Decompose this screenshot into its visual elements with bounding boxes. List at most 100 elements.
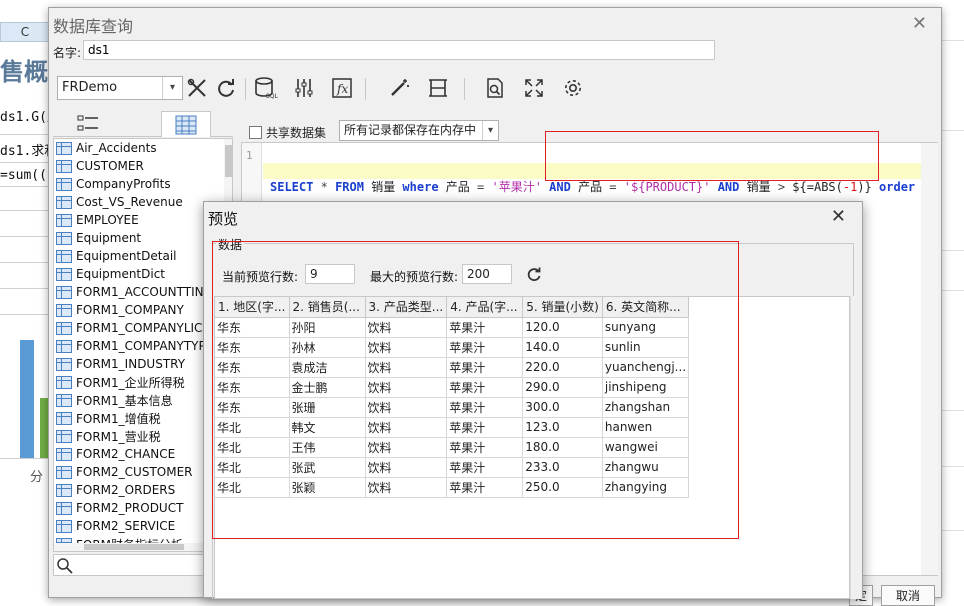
- close-icon[interactable]: ✕: [912, 13, 927, 34]
- edit-tools-icon[interactable]: [183, 74, 211, 102]
- tree-item[interactable]: FORM1_增值税: [54, 409, 161, 427]
- tree-item[interactable]: FORM2_CUSTOMER: [54, 463, 193, 481]
- tree-item[interactable]: FORM1_COMPANYLICE: [54, 319, 210, 337]
- sql-token: 产品: [570, 180, 610, 194]
- sql-token: FROM: [335, 180, 364, 194]
- tree-item-label: FORM1_COMPANYTYPE: [76, 339, 214, 353]
- preview-vertical-scrollbar[interactable]: [850, 296, 862, 599]
- gear-icon[interactable]: [559, 74, 587, 102]
- table-icon: [56, 501, 72, 515]
- tree-item[interactable]: FORM1_营业税: [54, 427, 161, 445]
- sql-token: '${PRODUCT}': [623, 180, 711, 194]
- name-field[interactable]: [83, 40, 715, 60]
- grid-line: [0, 162, 50, 163]
- dialog-title: 数据库查询: [53, 17, 134, 36]
- tree-item-label: FORM2_PRODUCT: [76, 501, 184, 515]
- close-icon[interactable]: ✕: [831, 206, 846, 227]
- tree-item[interactable]: FORM2_PRODUCT: [54, 499, 183, 517]
- tree-item[interactable]: FORM2_SERVICE: [54, 517, 175, 535]
- tree-item[interactable]: EquipmentDetail: [54, 247, 177, 265]
- tree-item-label: EMPLOYEE: [76, 213, 139, 227]
- tree-item[interactable]: Cost_VS_Revenue: [54, 193, 183, 211]
- tree-item[interactable]: FORM1_COMPANYTYPE: [54, 337, 213, 355]
- tree-item[interactable]: Equipment: [54, 229, 141, 247]
- sql-token: SELECT: [270, 180, 314, 194]
- name-label: 名字:: [53, 46, 82, 60]
- grid-line: [940, 530, 964, 531]
- cell-formula-3[interactable]: =sum((: [0, 168, 47, 183]
- tree-item[interactable]: CompanyProfits: [54, 175, 171, 193]
- table-view-tab-icon[interactable]: [161, 111, 211, 137]
- tree-item-label: FORM1_营业税: [76, 429, 161, 444]
- tree-item-label: FORM1_基本信息: [76, 393, 173, 408]
- datasource-select[interactable]: FRDemo ▾: [57, 76, 183, 100]
- scrollbar-thumb[interactable]: [84, 544, 184, 550]
- share-dataset-checkbox[interactable]: [249, 126, 262, 139]
- chart-axis-label: 分: [30, 470, 44, 485]
- grid-line: [0, 236, 50, 237]
- sql-token: >: [777, 180, 786, 194]
- svg-text:fx: fx: [336, 82, 348, 96]
- magic-wand-icon[interactable]: [385, 74, 413, 102]
- tree-item[interactable]: FORM1_INDUSTRY: [54, 355, 185, 373]
- tree-item[interactable]: FORM1_企业所得税: [54, 373, 185, 391]
- table-icon: [56, 321, 72, 335]
- tree-item-label: FORM2_CHANCE: [76, 447, 176, 461]
- tree-item-label: EquipmentDict: [76, 267, 166, 281]
- tree-item-label: CompanyProfits: [76, 177, 171, 191]
- table-icon: [56, 483, 72, 497]
- share-dataset-toggle[interactable]: 共享数据集: [249, 124, 326, 141]
- grid-line: [940, 250, 964, 251]
- tree-item[interactable]: FORM2_CHANCE: [54, 445, 175, 463]
- tree-item-label: FORM1_ACCOUNTTING: [76, 285, 213, 299]
- chart-bar-blue: [20, 340, 34, 458]
- tree-item[interactable]: FORM2_ORDERS: [54, 481, 175, 499]
- sql-line-1: SELECT * FROM 销量 where 产品 = '苹果汁' AND 产品…: [270, 179, 915, 195]
- table-icon: [56, 375, 72, 389]
- table-icon: [56, 303, 72, 317]
- chevron-down-icon[interactable]: ▾: [482, 121, 498, 140]
- line-number: 1: [246, 149, 253, 162]
- tree-item[interactable]: FORM1_基本信息: [54, 391, 173, 409]
- tree-item[interactable]: FORM1_COMPANY: [54, 301, 184, 319]
- list-view-tab-icon[interactable]: [63, 111, 113, 137]
- preview-data-highlight-annotation: [212, 241, 739, 539]
- tree-item[interactable]: EquipmentDict: [54, 265, 165, 283]
- sql-token: AND: [717, 180, 740, 194]
- cancel-button[interactable]: 取消: [881, 585, 935, 606]
- sql-database-icon[interactable]: SQL: [252, 74, 280, 102]
- table-icon: [56, 411, 72, 425]
- sql-token: '苹果汁': [491, 180, 542, 194]
- table-icon: [56, 339, 72, 353]
- sql-token: =: [609, 180, 617, 194]
- chevron-down-icon[interactable]: ▾: [162, 77, 182, 99]
- chart-bar-green: [40, 398, 48, 458]
- table-icon: [56, 231, 72, 245]
- sql-token: *: [320, 180, 328, 194]
- scrollbar-thumb[interactable]: [225, 145, 232, 177]
- tree-item[interactable]: Air_Accidents: [54, 139, 157, 157]
- refresh-icon[interactable]: [212, 74, 240, 102]
- column-width-icon[interactable]: [424, 74, 452, 102]
- tree-item-label: Equipment: [76, 231, 142, 245]
- sliders-icon[interactable]: [290, 74, 318, 102]
- table-icon: [56, 357, 72, 371]
- table-icon: [56, 519, 72, 533]
- tree-item[interactable]: CUSTOMER: [54, 157, 144, 175]
- tree-item-label: Cost_VS_Revenue: [76, 195, 183, 209]
- sql-token: where: [402, 180, 439, 194]
- tree-item[interactable]: EMPLOYEE: [54, 211, 139, 229]
- tree-item-label: FORM1_增值税: [76, 411, 161, 426]
- tree-horizontal-scrollbar[interactable]: [54, 543, 224, 551]
- fullscreen-icon[interactable]: [520, 74, 548, 102]
- sql-vertical-scrollbar[interactable]: [921, 143, 938, 575]
- preview-document-icon[interactable]: [481, 74, 509, 102]
- function-icon[interactable]: fx: [328, 74, 356, 102]
- preview-title: 预览: [208, 210, 239, 228]
- memory-mode-select[interactable]: 所有记录都保存在内存中 ▾: [339, 120, 499, 141]
- tree-item[interactable]: FORM1_ACCOUNTTING: [54, 283, 213, 301]
- table-icon: [56, 429, 72, 443]
- column-header-c[interactable]: C: [0, 22, 50, 42]
